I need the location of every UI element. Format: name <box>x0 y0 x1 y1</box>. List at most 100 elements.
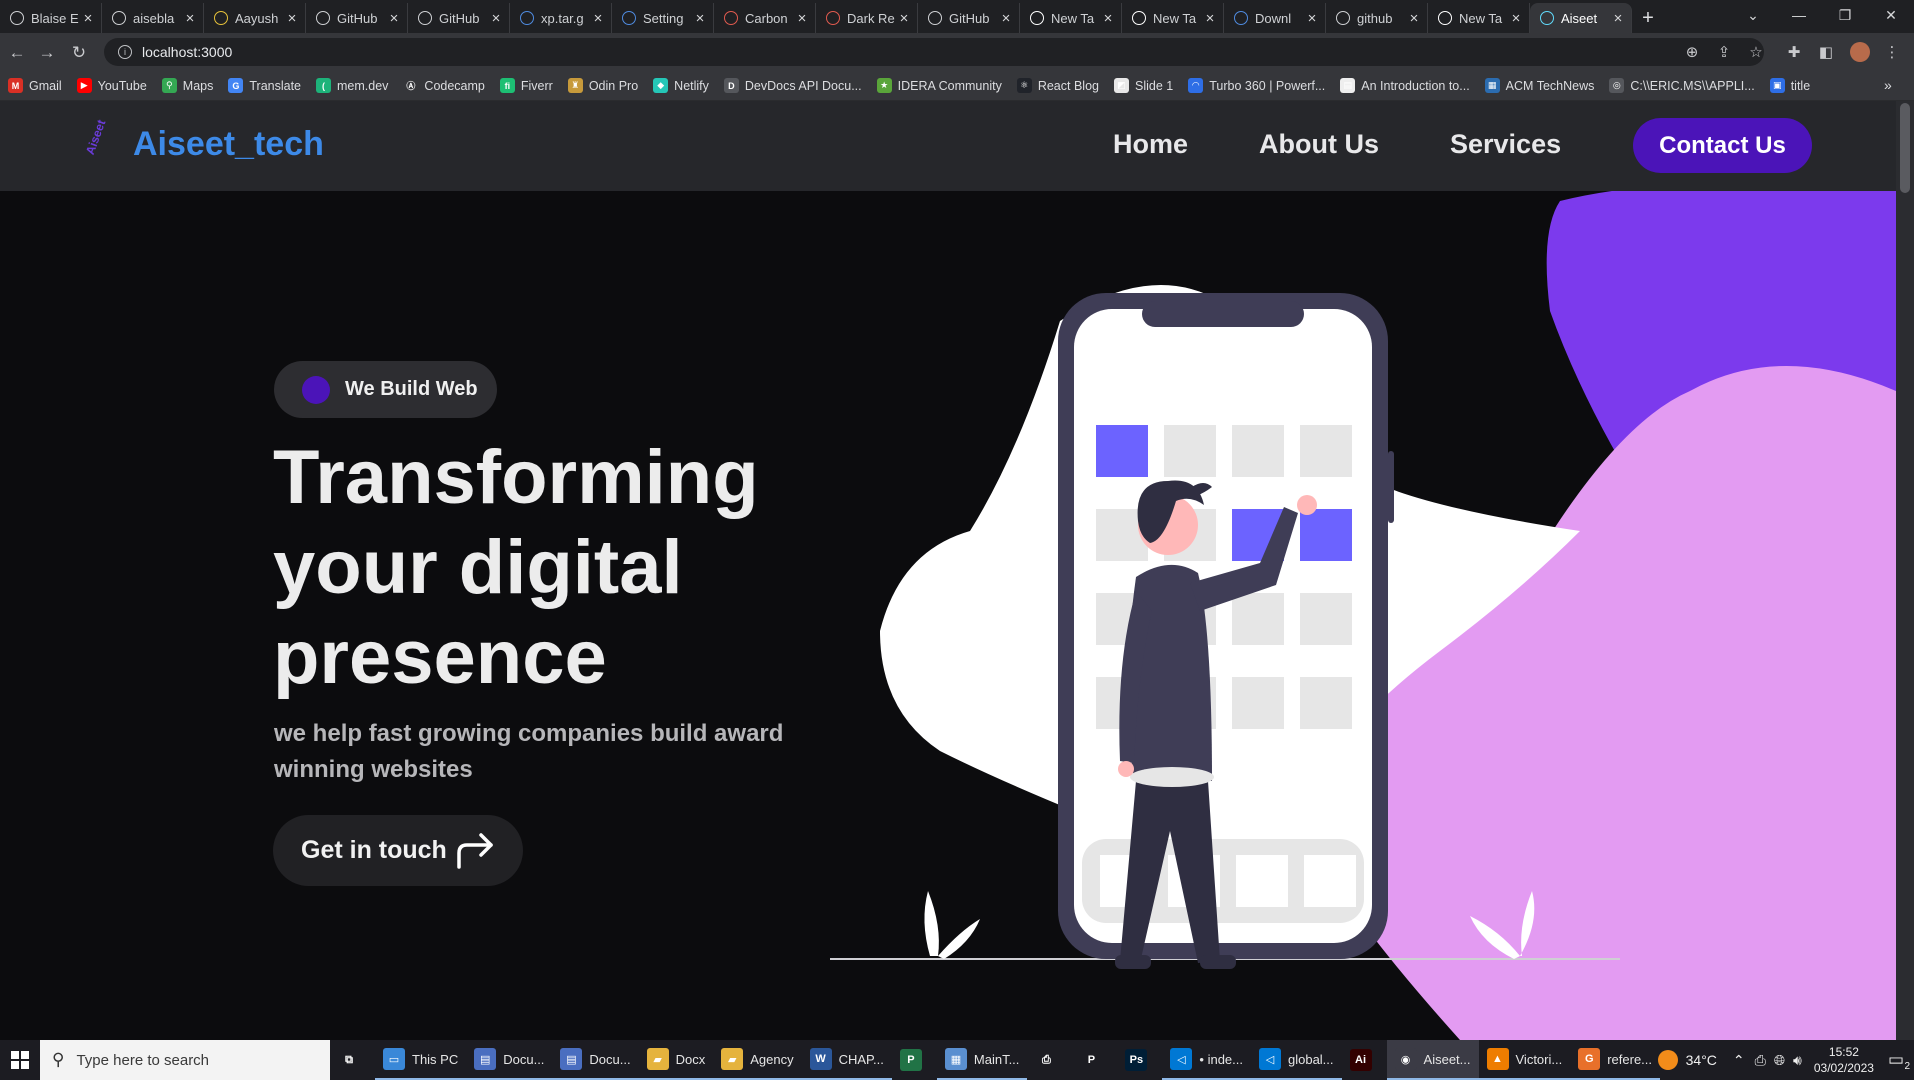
bookmark-item[interactable]: ◠ Turbo 360 | Powerf... <box>1188 78 1325 93</box>
side-panel-icon[interactable]: ◧ <box>1816 42 1836 62</box>
close-tab-icon[interactable]: × <box>795 10 809 27</box>
browser-tab[interactable]: Aiseet × <box>1530 3 1632 33</box>
close-tab-icon[interactable]: × <box>489 10 503 27</box>
browser-tab[interactable]: Aayush × <box>204 3 306 33</box>
browser-tab[interactable]: github × <box>1326 3 1428 33</box>
bookmark-item[interactable]: ⚲ Maps <box>161 78 213 93</box>
close-tab-icon[interactable]: × <box>1509 10 1523 27</box>
taskbar-app[interactable]: Ai <box>1342 1040 1387 1080</box>
close-tab-icon[interactable]: × <box>285 10 299 27</box>
taskbar-app[interactable]: ◁ global... <box>1250 1040 1342 1080</box>
nav-services[interactable]: Services <box>1450 129 1561 160</box>
taskbar-app[interactable]: ⧉ <box>330 1040 375 1080</box>
taskbar-app[interactable]: ◁ • inde... <box>1162 1040 1251 1080</box>
minimize-button[interactable]: — <box>1776 0 1822 30</box>
more-bookmarks-icon[interactable]: » <box>1884 77 1892 93</box>
close-tab-icon[interactable]: × <box>1203 10 1217 27</box>
close-tab-icon[interactable]: × <box>387 10 401 27</box>
taskbar-app[interactable]: ▰ Agency <box>713 1040 802 1080</box>
browser-tab[interactable]: New Ta × <box>1428 3 1530 33</box>
page-scrollbar[interactable] <box>1896 101 1914 1040</box>
bookmark-item[interactable]: ▶ YouTube <box>76 78 147 93</box>
browser-tab[interactable]: Carbon × <box>714 3 816 33</box>
taskbar-app[interactable]: Grefere... <box>1570 1040 1661 1080</box>
taskbar-app[interactable]: ▦ MainT... <box>936 1040 1028 1080</box>
browser-tab[interactable]: Setting × <box>612 3 714 33</box>
taskbar-app[interactable]: P <box>1072 1040 1117 1080</box>
close-tab-icon[interactable]: × <box>1101 10 1115 27</box>
clock[interactable]: 15:52 03/02/2023 <box>1814 1044 1874 1076</box>
browser-tab[interactable]: GitHub × <box>408 3 510 33</box>
zoom-icon[interactable]: ⊕ <box>1682 42 1702 62</box>
taskbar-app[interactable]: W CHAP... <box>801 1040 892 1080</box>
close-tab-icon[interactable]: × <box>1305 10 1319 27</box>
close-tab-icon[interactable]: × <box>1611 10 1625 27</box>
brand-logo-text[interactable]: Aiseet_tech <box>133 125 324 164</box>
browser-tab[interactable]: GitHub × <box>918 3 1020 33</box>
bookmark-item[interactable]: ★ IDERA Community <box>876 78 1002 93</box>
nav-home[interactable]: Home <box>1113 129 1188 160</box>
close-tab-icon[interactable]: × <box>183 10 197 27</box>
tab-search-chevron-icon[interactable]: ⌄ <box>1730 0 1776 30</box>
bookmark-item[interactable]: ◩ Slide 1 <box>1113 78 1173 93</box>
profile-avatar[interactable] <box>1850 42 1870 62</box>
taskbar-search-input[interactable]: ⚲ Type here to search <box>40 1040 330 1080</box>
nav-about-us[interactable]: About Us <box>1259 129 1379 160</box>
bookmark-star-icon[interactable]: ☆ <box>1746 42 1766 62</box>
contact-us-button[interactable]: Contact Us <box>1633 118 1812 173</box>
taskbar-app[interactable]: P <box>892 1040 937 1080</box>
forward-button[interactable]: → <box>36 42 58 64</box>
taskbar-app[interactable]: ▲ Victori... <box>1478 1040 1571 1080</box>
bookmark-item[interactable]: ▦ ACM TechNews <box>1484 78 1594 93</box>
bookmark-item[interactable]: Ⓐ Codecamp <box>403 78 485 93</box>
tray-chevron-icon[interactable]: ⌃ <box>1733 1052 1745 1069</box>
bookmark-item[interactable]: ◆ Netlify <box>653 78 709 93</box>
scrollbar-thumb[interactable] <box>1900 103 1910 193</box>
browser-tab[interactable]: New Ta × <box>1122 3 1224 33</box>
bookmark-item[interactable]: ▤ An Introduction to... <box>1340 78 1470 93</box>
taskbar-app[interactable]: ▰ Docx <box>638 1040 714 1080</box>
bookmark-item[interactable]: M Gmail <box>8 78 62 93</box>
weather-sun-icon[interactable] <box>1657 1050 1678 1070</box>
close-window-button[interactable]: ✕ <box>1868 0 1914 30</box>
browser-tab[interactable]: aisebla × <box>102 3 204 33</box>
browser-tab[interactable]: New Ta × <box>1020 3 1122 33</box>
bookmark-item[interactable]: ♜ Odin Pro <box>567 78 638 93</box>
taskbar-app[interactable]: ⎙ <box>1027 1040 1072 1080</box>
browser-tab[interactable]: Dark Re × <box>816 3 918 33</box>
close-tab-icon[interactable]: × <box>897 10 911 27</box>
taskbar-app[interactable]: ▤ Docu... <box>552 1040 639 1080</box>
taskbar-app[interactable]: ▭ This PC <box>375 1040 467 1080</box>
get-in-touch-button[interactable]: Get in touch <box>273 815 523 886</box>
reload-button[interactable]: ↻ <box>68 42 90 64</box>
bookmark-item[interactable]: ⚛ React Blog <box>1016 78 1099 93</box>
browser-tab[interactable]: Downl × <box>1224 3 1326 33</box>
browser-tab[interactable]: GitHub × <box>306 3 408 33</box>
usb-icon[interactable]: ⎙ <box>1755 1052 1766 1069</box>
temperature[interactable]: 34°C <box>1686 1052 1717 1068</box>
bookmark-item[interactable]: fi Fiverr <box>499 78 553 93</box>
site-info-icon[interactable]: i <box>118 45 132 59</box>
close-tab-icon[interactable]: × <box>81 10 95 27</box>
share-icon[interactable]: ⇪ <box>1714 42 1734 62</box>
network-globe-icon[interactable]: 🌐︎ <box>1774 1052 1785 1069</box>
taskbar-app[interactable]: ▤ Docu... <box>466 1040 553 1080</box>
notifications-icon[interactable]: ▭ 2 <box>1888 1050 1910 1072</box>
taskbar-app[interactable]: Ps <box>1117 1040 1162 1080</box>
bookmark-item[interactable]: G Translate <box>228 78 301 93</box>
taskbar-app[interactable]: ◉ Aiseet... <box>1386 1040 1479 1080</box>
close-tab-icon[interactable]: × <box>591 10 605 27</box>
browser-tab[interactable]: Blaise E × <box>0 3 102 33</box>
browser-tab[interactable]: xp.tar.g × <box>510 3 612 33</box>
menu-kebab-icon[interactable]: ⋮ <box>1882 42 1902 62</box>
restore-button[interactable]: ❐ <box>1822 0 1868 30</box>
close-tab-icon[interactable]: × <box>1407 10 1421 27</box>
bookmark-item[interactable]: ▣ title <box>1769 78 1810 93</box>
close-tab-icon[interactable]: × <box>693 10 707 27</box>
close-tab-icon[interactable]: × <box>999 10 1013 27</box>
volume-icon[interactable]: 🔊︎ <box>1793 1052 1802 1069</box>
bookmark-item[interactable]: ◎ C:\\ERIC.MS\\APPLI... <box>1609 78 1755 93</box>
bookmark-item[interactable]: D DevDocs API Docu... <box>723 78 862 93</box>
back-button[interactable]: ← <box>6 42 28 64</box>
url-input[interactable]: i localhost:3000 <box>104 38 1764 66</box>
